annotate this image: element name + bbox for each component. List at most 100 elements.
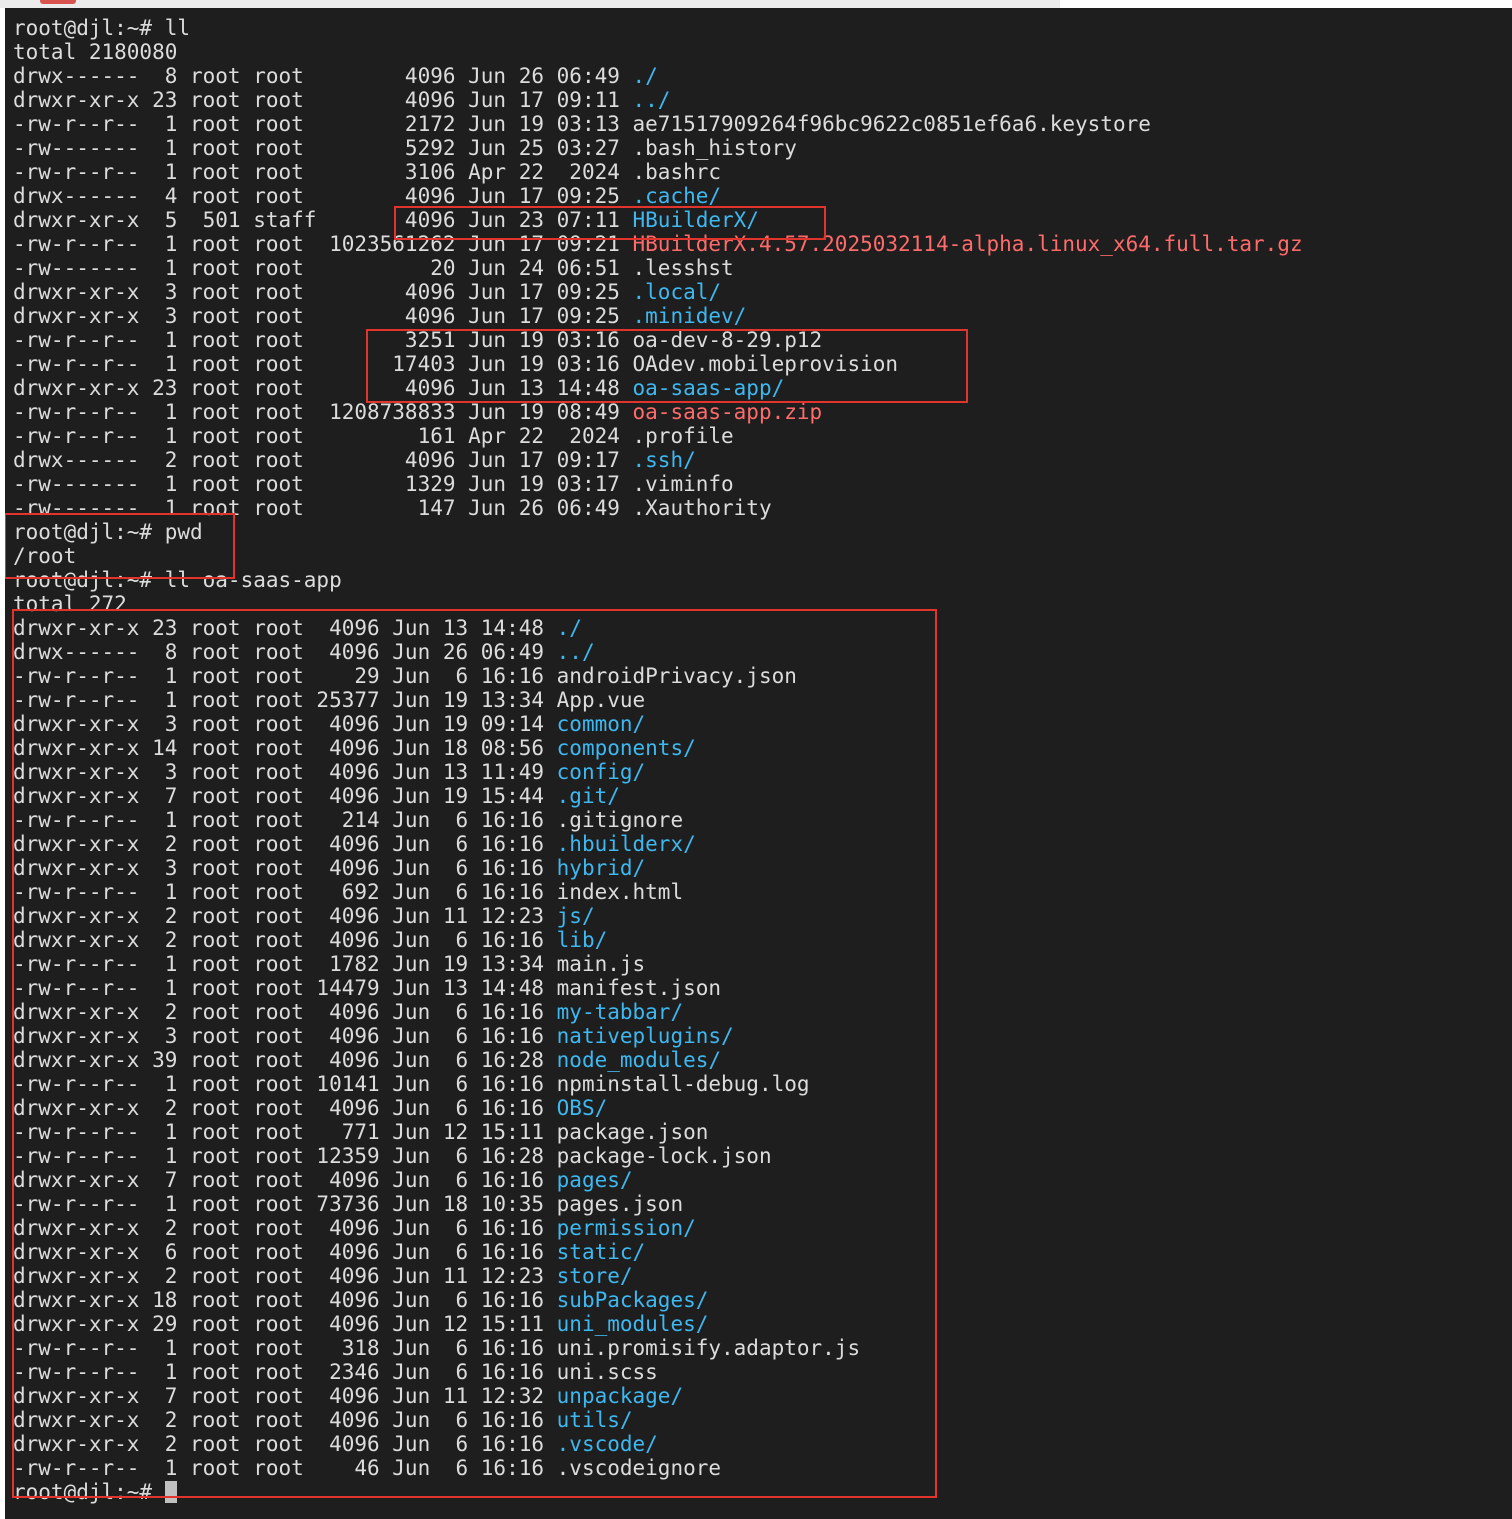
entry-name: ./ xyxy=(556,616,582,640)
listing-row: drwxr-xr-x 7 root root 4096 Jun 19 15:44… xyxy=(13,784,1303,808)
entry-name: store/ xyxy=(556,1264,633,1288)
entry-name: .profile xyxy=(632,424,734,448)
entry-attributes: drwxr-xr-x 2 root root 4096 Jun 6 16:16 xyxy=(13,832,557,856)
entry-attributes: drwxr-xr-x 2 root root 4096 Jun 6 16:16 xyxy=(13,928,557,952)
entry-name: hybrid/ xyxy=(556,856,646,880)
entry-attributes: -rw-r--r-- 1 root root 1782 Jun 19 13:34 xyxy=(13,952,557,976)
listing-row: -rw-r--r-- 1 root root 29 Jun 6 16:16 an… xyxy=(13,664,1303,688)
command-prompt: root@djl:~# pwd xyxy=(13,520,1303,544)
listing-row: drwx------ 4 root root 4096 Jun 17 09:25… xyxy=(13,184,1303,208)
entry-name: App.vue xyxy=(556,688,646,712)
entry-attributes: drwxr-xr-x 3 root root 4096 Jun 6 16:16 xyxy=(13,1024,557,1048)
entry-name: OAdev.mobileprovision xyxy=(632,352,899,376)
terminal-window[interactable]: root@djl:~# ll total 2180080 drwx------ 8 … xyxy=(5,8,1512,1519)
listing-row: drwxr-xr-x 2 root root 4096 Jun 6 16:16 … xyxy=(13,1216,1303,1240)
listing-row: -rw-r--r-- 1 root root 12359 Jun 6 16:28… xyxy=(13,1144,1303,1168)
entry-attributes: -rw-r--r-- 1 root root 10141 Jun 6 16:16 xyxy=(13,1072,557,1096)
entry-name: node_modules/ xyxy=(556,1048,722,1072)
listing-row: drwxr-xr-x 3 root root 4096 Jun 6 16:16 … xyxy=(13,856,1303,880)
listing-row: -rw-r--r-- 1 root root 46 Jun 6 16:16 .v… xyxy=(13,1456,1303,1480)
command-prompt: root@djl:~# ll xyxy=(13,16,1303,40)
entry-attributes: -rw-r--r-- 1 root root 1023561262 Jun 17… xyxy=(13,232,633,256)
entry-name: static/ xyxy=(556,1240,646,1264)
entry-name: .gitignore xyxy=(556,808,684,832)
entry-attributes: -rw-r--r-- 1 root root 73736 Jun 18 10:3… xyxy=(13,1192,557,1216)
listing-row: drwxr-xr-x 5 501 staff 4096 Jun 23 07:11… xyxy=(13,208,1303,232)
listing-row: drwxr-xr-x 23 root root 4096 Jun 13 14:4… xyxy=(13,616,1303,640)
entry-name: main.js xyxy=(556,952,646,976)
entry-name: .git/ xyxy=(556,784,620,808)
entry-name: .ssh/ xyxy=(632,448,696,472)
window-top-bar xyxy=(0,0,1060,8)
listing-row: drwx------ 8 root root 4096 Jun 26 06:49… xyxy=(13,640,1303,664)
entry-attributes: -rw-r--r-- 1 root root 14479 Jun 13 14:4… xyxy=(13,976,557,1000)
entry-attributes: -rw-r--r-- 1 root root 771 Jun 12 15:11 xyxy=(13,1120,557,1144)
listing-row: drwxr-xr-x 2 root root 4096 Jun 6 16:16 … xyxy=(13,1408,1303,1432)
entry-name: js/ xyxy=(556,904,595,928)
listing-row: -rw-r--r-- 1 root root 2172 Jun 19 03:13… xyxy=(13,112,1303,136)
entry-attributes: -rw------- 1 root root 1329 Jun 19 03:17 xyxy=(13,472,633,496)
entry-attributes: drwxr-xr-x 3 root root 4096 Jun 17 09:25 xyxy=(13,304,633,328)
entry-attributes: -rw-r--r-- 1 root root 25377 Jun 19 13:3… xyxy=(13,688,557,712)
entry-attributes: drwxr-xr-x 2 root root 4096 Jun 6 16:16 xyxy=(13,1216,557,1240)
listing-row: -rw------- 1 root root 1329 Jun 19 03:17… xyxy=(13,472,1303,496)
entry-name: .cache/ xyxy=(632,184,722,208)
entry-name: oa-saas-app/ xyxy=(632,376,785,400)
prompt-text: root@djl:~# ll xyxy=(13,16,191,40)
entry-attributes: drwxr-xr-x 23 root root 4096 Jun 17 09:1… xyxy=(13,88,633,112)
entry-attributes: drwxr-xr-x 3 root root 4096 Jun 13 11:49 xyxy=(13,760,557,784)
listing-row: drwxr-xr-x 2 root root 4096 Jun 11 12:23… xyxy=(13,904,1303,928)
listing-row: drwxr-xr-x 23 root root 4096 Jun 17 09:1… xyxy=(13,88,1303,112)
entry-name: HBuilderX/ xyxy=(632,208,759,232)
entry-attributes: drwxr-xr-x 2 root root 4096 Jun 6 16:16 xyxy=(13,1096,557,1120)
listing-row: drwxr-xr-x 39 root root 4096 Jun 6 16:28… xyxy=(13,1048,1303,1072)
entry-attributes: drwxr-xr-x 3 root root 4096 Jun 6 16:16 xyxy=(13,856,557,880)
entry-name: HBuilderX.4.57.2025032114-alpha.linux_x6… xyxy=(632,232,1303,256)
listing-row: -rw------- 1 root root 5292 Jun 25 03:27… xyxy=(13,136,1303,160)
entry-name: package-lock.json xyxy=(556,1144,772,1168)
entry-attributes: drwxr-xr-x 2 root root 4096 Jun 6 16:16 xyxy=(13,1432,557,1456)
window-tab-accent xyxy=(40,0,76,4)
entry-attributes: -rw-r--r-- 1 root root 29 Jun 6 16:16 xyxy=(13,664,557,688)
listing-row: -rw------- 1 root root 20 Jun 24 06:51 .… xyxy=(13,256,1303,280)
entry-attributes: -rw-r--r-- 1 root root 1208738833 Jun 19… xyxy=(13,400,633,424)
listing-row: drwxr-xr-x 2 root root 4096 Jun 11 12:23… xyxy=(13,1264,1303,1288)
listing-row: -rw-r--r-- 1 root root 771 Jun 12 15:11 … xyxy=(13,1120,1303,1144)
entry-name: subPackages/ xyxy=(556,1288,709,1312)
output-text: total 2180080 xyxy=(13,40,178,64)
listing-row: -rw-r--r-- 1 root root 3106 Apr 22 2024 … xyxy=(13,160,1303,184)
entry-attributes: drwxr-xr-x 23 root root 4096 Jun 13 14:4… xyxy=(13,376,633,400)
output-text: /root xyxy=(13,544,77,568)
entry-name: pages.json xyxy=(556,1192,684,1216)
listing-row: drwxr-xr-x 3 root root 4096 Jun 19 09:14… xyxy=(13,712,1303,736)
entry-name: .bash_history xyxy=(632,136,797,160)
entry-attributes: -rw-r--r-- 1 root root 318 Jun 6 16:16 xyxy=(13,1336,557,1360)
entry-name: index.html xyxy=(556,880,684,904)
text-cursor[interactable] xyxy=(164,1481,177,1503)
listing-row: drwxr-xr-x 3 root root 4096 Jun 17 09:25… xyxy=(13,304,1303,328)
prompt-text: root@djl:~# ll oa-saas-app xyxy=(13,568,342,592)
entry-name: .local/ xyxy=(632,280,722,304)
entry-name: .minidev/ xyxy=(632,304,747,328)
entry-name: ae71517909264f96bc9622c0851ef6a6.keystor… xyxy=(632,112,1151,136)
entry-attributes: drwxr-xr-x 3 root root 4096 Jun 17 09:25 xyxy=(13,280,633,304)
listing-row: -rw-r--r-- 1 root root 692 Jun 6 16:16 i… xyxy=(13,880,1303,904)
entry-name: uni_modules/ xyxy=(556,1312,709,1336)
entry-name: ../ xyxy=(556,640,595,664)
entry-attributes: drwxr-xr-x 2 root root 4096 Jun 11 12:23 xyxy=(13,1264,557,1288)
entry-name: npminstall-debug.log xyxy=(556,1072,810,1096)
entry-attributes: drwxr-xr-x 7 root root 4096 Jun 19 15:44 xyxy=(13,784,557,808)
listing-row: drwxr-xr-x 3 root root 4096 Jun 17 09:25… xyxy=(13,280,1303,304)
entry-name: ./ xyxy=(632,64,658,88)
listing-row: -rw-r--r-- 1 root root 1782 Jun 19 13:34… xyxy=(13,952,1303,976)
listing-row: drwxr-xr-x 29 root root 4096 Jun 12 15:1… xyxy=(13,1312,1303,1336)
listing-row: -rw-r--r-- 1 root root 1023561262 Jun 17… xyxy=(13,232,1303,256)
entry-name: my-tabbar/ xyxy=(556,1000,684,1024)
listing-row: -rw-r--r-- 1 root root 161 Apr 22 2024 .… xyxy=(13,424,1303,448)
entry-attributes: -rw-r--r-- 1 root root 3251 Jun 19 03:16 xyxy=(13,328,633,352)
entry-attributes: drwxr-xr-x 7 root root 4096 Jun 11 12:32 xyxy=(13,1384,557,1408)
listing-row: -rw-r--r-- 1 root root 73736 Jun 18 10:3… xyxy=(13,1192,1303,1216)
entry-name: common/ xyxy=(556,712,646,736)
entry-attributes: drwxr-xr-x 2 root root 4096 Jun 6 16:16 xyxy=(13,1000,557,1024)
entry-name: .vscodeignore xyxy=(556,1456,722,1480)
